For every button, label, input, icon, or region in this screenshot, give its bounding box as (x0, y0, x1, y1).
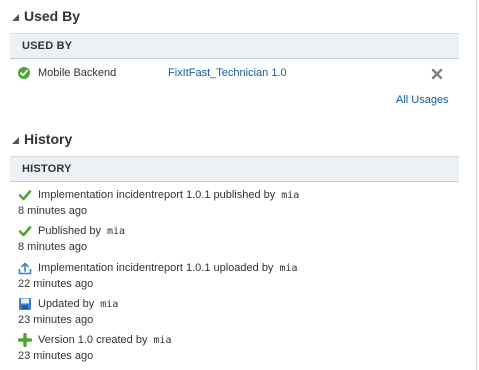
used-by-section-toggle[interactable]: Used By (12, 6, 80, 26)
plus-icon (17, 332, 33, 348)
history-time: 8 minutes ago (18, 205, 88, 217)
used-by-row: Mobile Backend FixItFast_Technician 1.0 (10, 63, 459, 85)
history-item: Published by mia 8 minutes ago (18, 223, 458, 255)
used-by-table-header: USED BY (10, 33, 459, 59)
all-usages-link[interactable]: All Usages (396, 94, 449, 106)
history-user: mia (281, 189, 300, 201)
usage-link[interactable]: FixItFast_Technician 1.0 (168, 67, 287, 79)
history-time: 23 minutes ago (18, 314, 94, 326)
collapse-triangle-icon[interactable] (12, 137, 19, 144)
history-item: Implementation incidentreport 1.0.1 publ… (18, 187, 458, 219)
history-section-title: History (24, 131, 73, 147)
history-user: mia (107, 225, 126, 237)
history-user: mia (100, 298, 119, 310)
history-item: Version 1.0 created by mia 23 minutes ag… (17, 332, 458, 364)
history-text: Published by (38, 225, 101, 237)
history-item: Updated by mia 23 minutes ago (18, 296, 458, 328)
checkmark-icon (18, 224, 32, 238)
history-section-toggle[interactable]: History (12, 129, 72, 149)
history-table-header: HISTORY (10, 156, 459, 182)
history-time: 8 minutes ago (18, 241, 88, 253)
used-by-column-header: USED BY (22, 40, 73, 52)
used-by-section-title: Used By (24, 8, 81, 24)
history-item: Implementation incidentreport 1.0.1 uplo… (18, 260, 458, 292)
usage-type: Mobile Backend (38, 67, 117, 79)
history-user: mia (279, 262, 298, 274)
save-disk-icon (18, 297, 32, 311)
history-time: 23 minutes ago (18, 350, 94, 362)
history-column-header: HISTORY (22, 163, 72, 175)
history-text: Implementation incidentreport 1.0.1 publ… (38, 189, 276, 201)
history-text: Updated by (38, 298, 95, 310)
collapse-triangle-icon[interactable] (12, 14, 19, 21)
status-check-icon (18, 67, 30, 79)
history-text: Version 1.0 created by (38, 334, 148, 346)
history-text: Implementation incidentreport 1.0.1 uplo… (38, 262, 274, 274)
checkmark-icon (18, 188, 32, 202)
history-time: 22 minutes ago (18, 278, 94, 290)
history-user: mia (153, 334, 172, 346)
remove-close-icon[interactable] (431, 68, 443, 80)
panel-right-border (476, 0, 477, 370)
upload-icon (18, 261, 32, 275)
